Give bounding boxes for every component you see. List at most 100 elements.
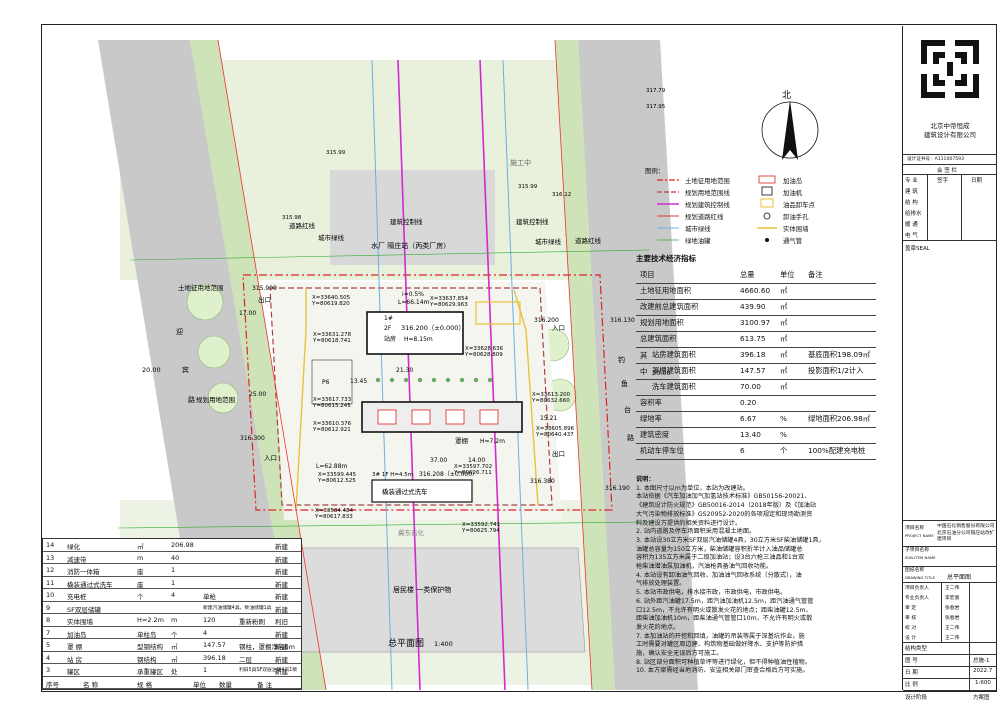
label-build-ctrl-1: 建筑控制线 [390, 217, 423, 226]
econ-unit: ㎡ [780, 350, 788, 359]
tb-divider [903, 174, 997, 175]
entry-exit-2: 出口 [552, 449, 565, 458]
label-construction: 施工中 [510, 158, 531, 167]
econ-total: 6.67 [740, 414, 757, 423]
component-cell: 8 [46, 616, 51, 624]
component-row: 3 罐区 承重罐区处 1 利旧5具SF双层油罐4汽1柴 新建 [43, 664, 301, 677]
econ-item: 容积率 [640, 398, 662, 407]
component-cell: 个 [171, 630, 178, 639]
discipline-label: 给排水 [905, 211, 922, 217]
note-line: 距柴油加油机10m，距柴油通气管管口10m，不允许有明火或散 [636, 615, 813, 623]
note-line: 6. 站外距汽油罐17.5m，距汽油加油机12.5m，距汽油通气管管 [636, 597, 814, 605]
design-cert: 设计证书号：A111007593 [907, 157, 965, 162]
project-name-label-en: PROJECT NAME [905, 532, 934, 538]
station-floors: 2F [384, 325, 392, 332]
econ-item: 洗车建筑面积 [652, 382, 696, 391]
elev-11: 316.190 [605, 485, 630, 492]
econ-total: 70.00 [740, 382, 761, 391]
econ-row: 改建前总建筑面积 439.90 ㎡ [636, 299, 876, 316]
parking-label: P6 [322, 379, 330, 386]
component-cell: 实体围墙 [67, 618, 93, 626]
coord-4y: Y=80618.741 [312, 338, 351, 344]
legend-item-9: 城市绿线 [685, 225, 711, 233]
econ-h-total: 总量 [740, 270, 755, 279]
label-residential: 居民楼 一类保护物 [393, 585, 451, 594]
coord-11y: Y=80617.833 [314, 514, 353, 520]
elev-7: 315.900 [252, 285, 277, 292]
econ-total: 4660.60 [740, 286, 771, 295]
entry-exit-1: 出口 [258, 295, 271, 304]
component-cell: 消防一体箱 [67, 568, 100, 576]
econ-header-row: 项目 总量 单位 备注 [636, 267, 876, 284]
project-name-label: 项目名称 PROJECT NAME [905, 526, 935, 539]
road-left-1: 迎 [176, 327, 183, 336]
label-build-ctrl-2: 建筑控制线 [516, 217, 549, 226]
component-cell: 重新粉刷 [239, 618, 265, 626]
canopy-height: H=7.2m [480, 438, 505, 445]
econ-total: 439.90 [740, 302, 766, 311]
drawing-name-label-en: DRAWING TITLE [905, 574, 935, 580]
component-cell: 座 [137, 568, 144, 576]
econ-total: 147.57 [740, 366, 766, 375]
econ-row: 总建筑面积 613.75 ㎡ [636, 331, 876, 348]
component-cell: H=2.2m [137, 616, 165, 624]
note-line: 气排放处理装置。 [636, 580, 686, 588]
legend: 图例： 土地征用地范围 加油岛 规划用地范围线 加油机 规划建筑控制线 油品卸车… [645, 166, 887, 248]
discipline-label: 电 气 [905, 233, 918, 239]
component-row: 14 绿化 ㎡ 206.98 新建 [43, 539, 301, 552]
econ-row: 机动车停车位 6 个 100%配建充电桩 [636, 443, 876, 460]
econ-row: 土地征用地面积 4660.60 ㎡ [636, 283, 876, 300]
note-line: 工时需要对罐区周边建、构筑物基础做好降水、支护等防护措 [636, 641, 804, 649]
station-title: 水厂 隔庄站（丙类厂房） [371, 241, 450, 250]
component-cell: 钢结构 [137, 655, 157, 664]
note-line: 容积为135立方米属于二级加油站；设3台六枪三油品和1台双 [636, 554, 805, 562]
discipline-label: 暖 通 [905, 222, 918, 228]
note-line: 料及建设方提供的相关资料进行设计。 [636, 519, 742, 527]
note-line: 施，确认安全无误后方可施工。 [636, 650, 723, 658]
coord-12y: Y=80625.794 [461, 528, 500, 534]
component-row: 7 加油岛 单柱岛 个 4 新建 [43, 627, 301, 639]
tb-divider [903, 240, 997, 241]
component-cell: 新建 [275, 543, 288, 551]
road-right-2: 鱼 [621, 379, 628, 388]
component-cell: 座 [137, 580, 144, 589]
discipline-label: 结 构 [905, 200, 918, 206]
dim-13-45: 13.45 [350, 378, 367, 385]
dim-21-30: 21.30 [396, 367, 413, 374]
canopy-name: 罩棚 [455, 436, 469, 445]
note-line: 发火花的地点。 [636, 623, 680, 631]
tb-vdivider [941, 582, 942, 642]
road-left-2: 宾 [182, 365, 189, 374]
legend-item-1: 土地征用地范围 [685, 177, 730, 185]
scale-label: 比 例 [905, 682, 918, 688]
component-cell: 40 [171, 553, 180, 562]
tb-vdivider [927, 174, 928, 240]
econ-group-label-1: 其 [640, 351, 648, 360]
econ-unit: ㎡ [780, 382, 788, 391]
component-footer-cell: 数量 [219, 680, 232, 689]
signature-header: 会 签 栏 [937, 168, 957, 174]
role-name: 张春岩 [945, 606, 960, 611]
subitem-label: 子项目名称 SUB-ITEM NAME [905, 548, 945, 561]
component-cell: 橇装通过式洗车 [67, 580, 113, 589]
component-cell: 罩 棚 [67, 643, 83, 651]
drawing-name-label: 图纸名称 DRAWING TITLE [905, 568, 935, 581]
legend-item-3: 规划用地范围线 [685, 189, 730, 197]
coord-6y: Y=80612.921 [312, 427, 351, 433]
tb-divider [903, 642, 997, 643]
component-cell: 4 [46, 653, 51, 662]
drawing-name: 总平面图 [947, 574, 972, 581]
component-row: 12 消防一体箱 座 1 新建 [43, 564, 301, 577]
component-cell: 新建 [275, 555, 288, 564]
component-cell: 新建 [275, 568, 288, 576]
tb-divider [903, 582, 997, 583]
elev-8: 316.130 [610, 317, 635, 324]
econ-total: 613.75 [740, 334, 766, 343]
econ-unit: ㎡ [780, 318, 788, 327]
role-label: 审 核 [905, 616, 917, 621]
seal-label: 盖章SEAL [905, 246, 930, 252]
coord-10y: Y=80626.711 [453, 470, 492, 476]
component-cell: m [171, 616, 178, 624]
tb-divider [903, 566, 997, 567]
econ-total: 3100.97 [740, 318, 771, 327]
